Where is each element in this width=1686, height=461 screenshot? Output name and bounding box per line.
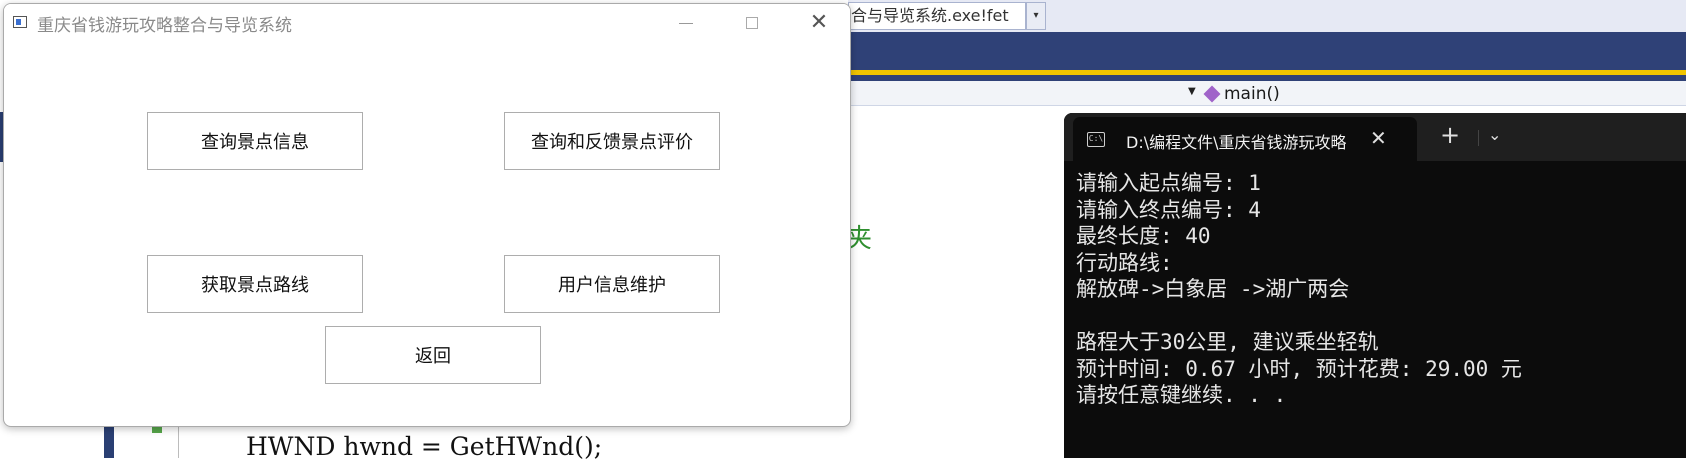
- window-icon: [13, 16, 27, 28]
- terminal-line: 预计时间: 0.67 小时, 预计花费: 29.00 元: [1076, 356, 1522, 381]
- app-dialog-window: 重庆省钱游玩攻略整合与导览系统 ✕ 查询景点信息 查询和反馈景点评价 获取景点路…: [3, 3, 851, 427]
- user-info-maintenance-button[interactable]: 用户信息维护: [504, 255, 720, 313]
- close-button[interactable]: ✕: [789, 4, 849, 41]
- maximize-icon: [746, 17, 758, 29]
- terminal-tab-title: D:\编程文件\重庆省钱游玩攻略: [1126, 133, 1346, 152]
- terminal-line: 解放碑->白象居 ->湖广两会: [1076, 277, 1350, 301]
- close-icon: ✕: [809, 10, 829, 35]
- console-icon: C:\: [1087, 132, 1105, 147]
- terminal-line: 最终长度: 40: [1076, 224, 1211, 248]
- terminal-output[interactable]: 请输入起点编号: 1 请输入终点编号: 4 最终长度: 40 行动路线: 解放碑…: [1076, 170, 1676, 409]
- chevron-down-icon[interactable]: ⌄: [1488, 125, 1501, 144]
- new-tab-icon[interactable]: +: [1440, 121, 1460, 149]
- terminal-window: C:\ D:\编程文件\重庆省钱游玩攻略 ✕ + ⌄ 请输入起点编号: 1 请输…: [1064, 113, 1686, 458]
- ide-function-selector[interactable]: main(): [1203, 84, 1280, 104]
- terminal-line: 请输入终点编号: 4: [1076, 197, 1261, 222]
- minimize-button[interactable]: [656, 4, 716, 41]
- ide-process-combo[interactable]: 合与导览系统.exe!fet: [848, 2, 1026, 30]
- ide-tab-band: [848, 32, 1686, 70]
- dialog-title-bar[interactable]: 重庆省钱游玩攻略整合与导览系统 ✕: [4, 4, 850, 41]
- tab-separator: [1478, 130, 1479, 146]
- dialog-title: 重庆省钱游玩攻略整合与导览系统: [37, 16, 292, 36]
- terminal-tab[interactable]: C:\ D:\编程文件\重庆省钱游玩攻略 ✕: [1073, 117, 1417, 161]
- back-button[interactable]: 返回: [325, 326, 541, 384]
- maximize-button[interactable]: [722, 4, 782, 41]
- terminal-line: 行动路线:: [1076, 250, 1173, 275]
- code-line[interactable]: HWND hwnd = GetHWnd();: [246, 432, 602, 461]
- chevron-down-icon[interactable]: ▾: [1026, 2, 1046, 30]
- get-spot-route-button[interactable]: 获取景点路线: [147, 255, 363, 313]
- terminal-line: 请按任意键继续. . .: [1076, 383, 1287, 407]
- function-cube-icon: [1203, 85, 1221, 103]
- query-feedback-review-button[interactable]: 查询和反馈景点评价: [504, 112, 720, 170]
- ide-gutter-divider: [178, 425, 179, 458]
- terminal-line: 请输入起点编号: 1: [1076, 171, 1261, 195]
- close-icon[interactable]: ✕: [1370, 126, 1387, 150]
- terminal-tab-bar: C:\ D:\编程文件\重庆省钱游玩攻略 ✕ + ⌄: [1064, 113, 1686, 161]
- chevron-down-icon[interactable]: ▼: [1188, 86, 1196, 97]
- function-name: main(): [1224, 84, 1280, 104]
- ide-gutter: [104, 425, 114, 458]
- minimize-icon: [679, 22, 693, 24]
- terminal-line: 路程大于30公里, 建议乘坐轻轨: [1076, 330, 1379, 354]
- query-spot-info-button[interactable]: 查询景点信息: [147, 112, 363, 170]
